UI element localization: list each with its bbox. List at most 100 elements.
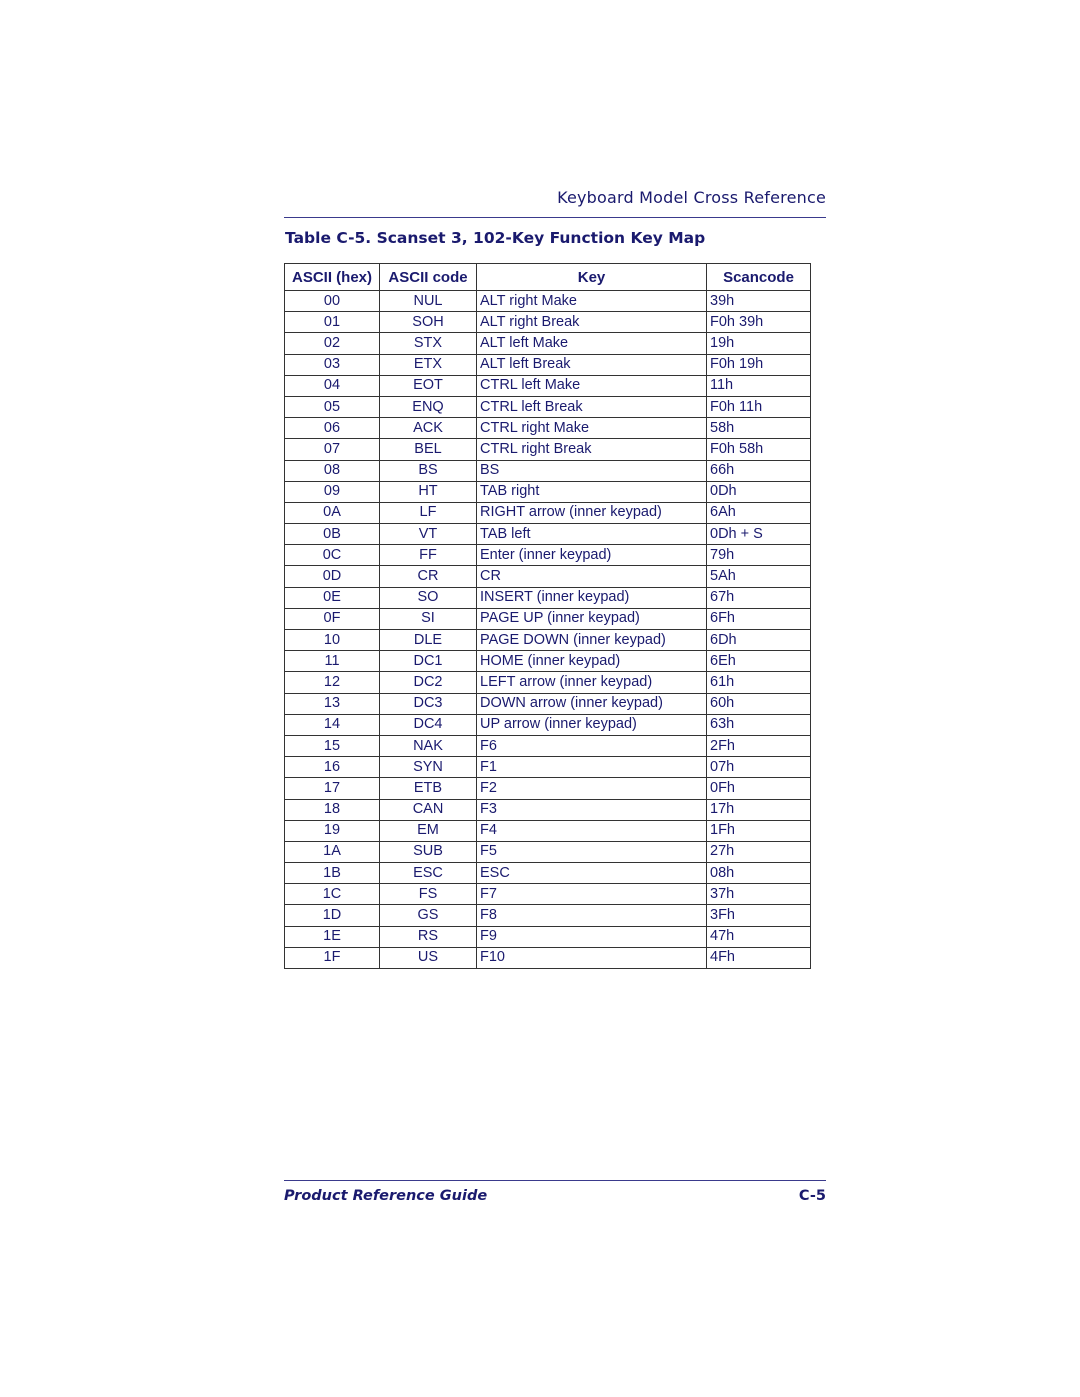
table-row: 12 DC2 LEFT arrow (inner keypad) 61h (284, 671, 811, 694)
cell-ascii-hex: 09 (284, 480, 380, 503)
cell-ascii-code: ETX (379, 353, 477, 376)
cell-ascii-hex: 13 (284, 692, 380, 715)
cell-ascii-hex: 0D (284, 565, 380, 588)
cell-ascii-code: ESC (379, 862, 477, 885)
cell-key: INSERT (inner keypad) (476, 586, 707, 609)
cell-scancode: 19h (706, 332, 811, 355)
header-rule (284, 217, 826, 218)
table-row: 18 CAN F3 17h (284, 798, 811, 821)
table-row: 1A SUB F5 27h (284, 840, 811, 864)
cell-scancode: 67h (706, 586, 811, 609)
cell-ascii-hex: 15 (284, 734, 380, 758)
cell-ascii-code: FS (379, 883, 477, 906)
cell-key: CTRL left Break (476, 395, 707, 419)
cell-key: CTRL left Make (476, 374, 707, 397)
table-row: 10 DLE PAGE DOWN (inner keypad) 6Dh (284, 628, 811, 652)
cell-scancode: 0Dh (706, 480, 811, 503)
cell-ascii-hex: 1D (284, 904, 380, 927)
cell-key: ESC (476, 862, 707, 885)
cell-ascii-hex: 17 (284, 777, 380, 800)
cell-key: F7 (476, 883, 707, 906)
cell-scancode: 0Fh (706, 777, 811, 800)
function-key-map-table: ASCII (hex) ASCII code Key Scancode 00 NU… (284, 263, 811, 970)
cell-scancode: 3Fh (706, 904, 811, 927)
cell-scancode: 6Ah (706, 501, 811, 525)
cell-ascii-hex: 1E (284, 925, 380, 948)
cell-key: ALT left Make (476, 332, 707, 355)
table-row: 04 EOT CTRL left Make 11h (284, 374, 811, 397)
table-row: 0D CR CR 5Ah (284, 565, 811, 588)
cell-key: CTRL right Break (476, 438, 707, 461)
cell-key: ALT right Break (476, 311, 707, 334)
cell-scancode: 39h (706, 289, 811, 313)
cell-ascii-code: ACK (379, 417, 477, 440)
cell-scancode: 60h (706, 692, 811, 715)
cell-ascii-code: RS (379, 925, 477, 948)
cell-ascii-code: LF (379, 501, 477, 525)
cell-ascii-code: BS (379, 459, 477, 482)
cell-ascii-code: NAK (379, 734, 477, 758)
footer-rule (284, 1180, 826, 1181)
cell-ascii-code: CAN (379, 798, 477, 821)
cell-scancode: 11h (706, 374, 811, 397)
table-row: 0B VT TAB left 0Dh + S (284, 523, 811, 546)
cell-ascii-hex: 08 (284, 459, 380, 482)
cell-ascii-hex: 0F (284, 607, 380, 631)
cell-ascii-code: DC3 (379, 692, 477, 715)
cell-key: RIGHT arrow (inner keypad) (476, 501, 707, 525)
cell-scancode: F0h 11h (706, 395, 811, 419)
cell-scancode: 61h (706, 671, 811, 694)
cell-ascii-hex: 10 (284, 628, 380, 652)
cell-scancode: 1Fh (706, 819, 811, 842)
cell-key: CR (476, 565, 707, 588)
cell-key: ALT right Make (476, 289, 707, 313)
cell-scancode: 0Dh + S (706, 523, 811, 546)
cell-ascii-code: SUB (379, 840, 477, 864)
table-header-row: ASCII (hex) ASCII code Key Scancode (284, 263, 811, 291)
cell-ascii-code: ETB (379, 777, 477, 800)
table-row: 1C FS F7 37h (284, 883, 811, 906)
column-header-scancode: Scancode (706, 263, 811, 291)
table-row: 17 ETB F2 0Fh (284, 777, 811, 800)
cell-key: F9 (476, 925, 707, 948)
table-row: 1F US F10 4Fh (284, 946, 811, 970)
cell-key: F5 (476, 840, 707, 864)
cell-ascii-hex: 16 (284, 756, 380, 779)
column-header-key: Key (476, 263, 707, 291)
cell-ascii-code: NUL (379, 289, 477, 313)
cell-ascii-code: ENQ (379, 395, 477, 419)
cell-ascii-code: SI (379, 607, 477, 631)
table-row: 1D GS F8 3Fh (284, 904, 811, 927)
cell-ascii-hex: 12 (284, 671, 380, 694)
cell-ascii-hex: 1C (284, 883, 380, 906)
cell-scancode: 2Fh (706, 734, 811, 758)
table-row: 14 DC4 UP arrow (inner keypad) 63h (284, 713, 811, 736)
cell-key: BS (476, 459, 707, 482)
cell-ascii-hex: 18 (284, 798, 380, 821)
cell-scancode: 58h (706, 417, 811, 440)
table-row: 09 HT TAB right 0Dh (284, 480, 811, 503)
cell-scancode: 63h (706, 713, 811, 736)
cell-ascii-hex: 02 (284, 332, 380, 355)
cell-ascii-code: DC4 (379, 713, 477, 736)
footer-guide-title: Product Reference Guide (284, 1188, 488, 1204)
cell-scancode: 08h (706, 862, 811, 885)
cell-key: F10 (476, 946, 707, 970)
cell-key: TAB left (476, 523, 707, 546)
cell-scancode: 17h (706, 798, 811, 821)
cell-ascii-hex: 0C (284, 544, 380, 567)
column-header-ascii-hex: ASCII (hex) (284, 263, 380, 291)
table-row: 08 BS BS 66h (284, 459, 811, 482)
cell-ascii-hex: 06 (284, 417, 380, 440)
table-row: 02 STX ALT left Make 19h (284, 332, 811, 355)
cell-ascii-hex: 00 (284, 289, 380, 313)
cell-ascii-hex: 11 (284, 650, 380, 673)
cell-ascii-hex: 04 (284, 374, 380, 397)
cell-scancode: 5Ah (706, 565, 811, 588)
cell-scancode: F0h 39h (706, 311, 811, 334)
table-row: 07 BEL CTRL right Break F0h 58h (284, 438, 811, 461)
cell-ascii-code: HT (379, 480, 477, 503)
page-number: C-5 (798, 1188, 826, 1204)
table-row: 19 EM F4 1Fh (284, 819, 811, 842)
table-row: 15 NAK F6 2Fh (284, 734, 811, 758)
